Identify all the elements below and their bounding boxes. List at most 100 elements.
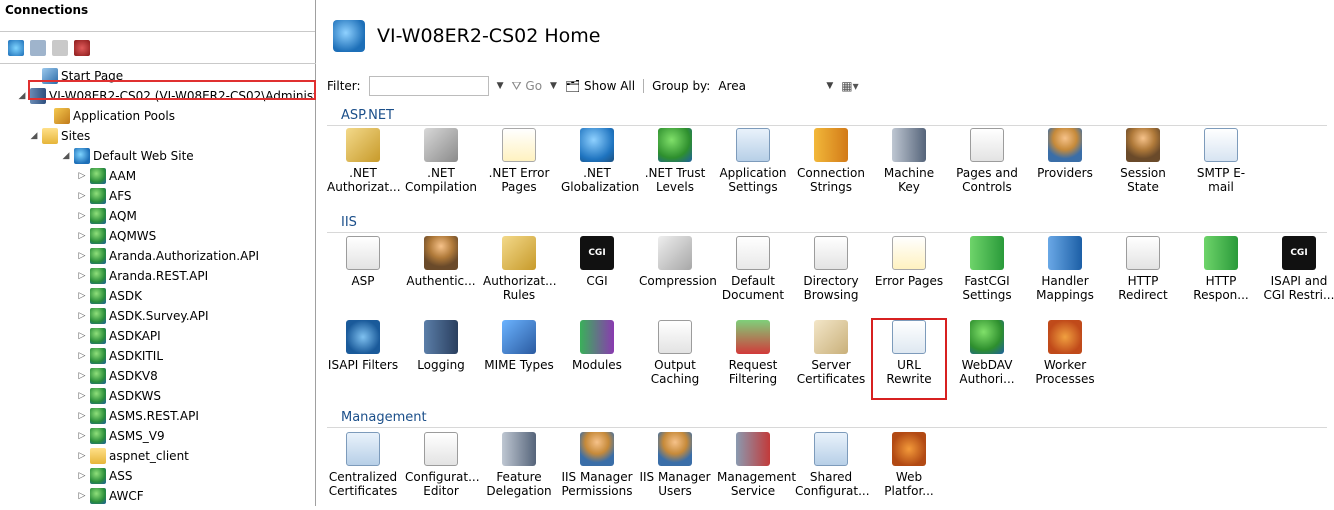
tree-node[interactable]: ▷ ASDKAPI <box>76 326 161 346</box>
expand-arrow-icon[interactable]: ▷ <box>76 371 88 381</box>
expand-arrow-icon[interactable]: ▷ <box>76 471 88 481</box>
feature-item[interactable]: ASP <box>327 236 399 314</box>
feature-item[interactable]: Server Certificates <box>795 320 867 398</box>
tree-node[interactable]: ▷ ASMS_V9 <box>76 426 165 446</box>
feature-item[interactable]: MIME Types <box>483 320 555 398</box>
feature-item[interactable]: .NET Authorizat... <box>327 128 401 206</box>
tree-node[interactable]: ▷ ASS <box>76 466 132 486</box>
tree-node[interactable]: ▷ Aranda.Authorization.API <box>76 246 259 266</box>
tree-node[interactable]: ▷ ASMS.REST.API <box>76 406 199 426</box>
feature-item[interactable]: Feature Delegation <box>483 432 555 510</box>
tree-node[interactable]: ▷ AWCF <box>76 486 144 506</box>
view-options-icon[interactable]: ▦▾ <box>841 79 858 93</box>
feature-item[interactable]: Session State <box>1107 128 1179 206</box>
go-button[interactable]: ⛛ Go <box>511 79 542 94</box>
feature-item[interactable]: Configurat... Editor <box>405 432 480 510</box>
feature-item[interactable]: Centralized Certificates <box>327 432 399 510</box>
expand-arrow-icon[interactable]: ◢ <box>28 131 40 141</box>
feature-item[interactable]: Logging <box>405 320 477 398</box>
tree-node[interactable]: ▷ ASDKITIL <box>76 346 163 366</box>
group-header[interactable]: Management <box>327 410 1327 428</box>
feature-item[interactable]: IIS Manager Users <box>639 432 711 510</box>
tree-node[interactable]: ▷ aspnet_client <box>76 446 189 466</box>
feature-item[interactable]: Compression <box>639 236 717 314</box>
group-by-select[interactable]: Area <box>718 79 818 93</box>
filter-dropdown-icon[interactable]: ▼ <box>497 81 504 91</box>
feature-item[interactable]: Authorizat... Rules <box>483 236 557 314</box>
tree-node[interactable]: ◢ Sites <box>28 126 90 146</box>
expand-arrow-icon[interactable]: ▷ <box>76 291 88 301</box>
tree-node[interactable]: ▷ ASDK.Survey.API <box>76 306 209 326</box>
feature-item[interactable]: Worker Processes <box>1029 320 1101 398</box>
feature-item[interactable]: WebDAV Authori... <box>951 320 1023 398</box>
expand-arrow-icon[interactable]: ▷ <box>76 231 88 241</box>
expand-arrow-icon[interactable]: ▷ <box>76 311 88 321</box>
disconnect-icon[interactable] <box>74 39 90 56</box>
feature-icon: CGI <box>1282 236 1316 270</box>
feature-item[interactable]: SMTP E-mail <box>1185 128 1257 206</box>
tree-node[interactable]: ▷ AAM <box>76 166 136 186</box>
group-by-dropdown-icon[interactable]: ▼ <box>826 81 833 91</box>
feature-item[interactable]: HTTP Respon... <box>1185 236 1257 314</box>
tree-node[interactable]: ▷ Aranda.REST.API <box>76 266 208 286</box>
feature-item[interactable]: .NET Globalization <box>561 128 639 206</box>
feature-item[interactable]: IIS Manager Permissions <box>561 432 633 510</box>
show-all-button[interactable]: 🗂 Show All <box>565 79 645 93</box>
go-dropdown-icon[interactable]: ▼ <box>550 81 557 91</box>
expand-arrow-icon[interactable]: ◢ <box>16 91 28 101</box>
feature-item[interactable]: Application Settings <box>717 128 789 206</box>
feature-item[interactable]: CGI CGI <box>561 236 633 314</box>
filter-input[interactable] <box>368 76 489 96</box>
group-header[interactable]: IIS <box>327 215 1327 233</box>
feature-item[interactable]: CGI ISAPI and CGI Restri... <box>1263 236 1334 314</box>
feature-item[interactable]: FastCGI Settings <box>951 236 1023 314</box>
expand-arrow-icon[interactable]: ▷ <box>76 411 88 421</box>
feature-item[interactable]: Default Document <box>717 236 789 314</box>
tree-node[interactable]: ▷ AQM <box>76 206 137 226</box>
tree-node[interactable]: ▷ AFS <box>76 186 132 206</box>
feature-item[interactable]: .NET Trust Levels <box>639 128 711 206</box>
feature-item[interactable]: .NET Error Pages <box>483 128 555 206</box>
feature-item[interactable]: ISAPI Filters <box>327 320 399 398</box>
feature-item[interactable]: Web Platfor... <box>873 432 945 510</box>
expand-arrow-icon[interactable]: ▷ <box>76 451 88 461</box>
feature-item[interactable]: Pages and Controls <box>951 128 1023 206</box>
feature-item[interactable]: Authentic... <box>405 236 477 314</box>
tree-node[interactable]: Application Pools <box>40 106 175 126</box>
save-icon[interactable] <box>30 39 46 56</box>
feature-item[interactable]: HTTP Redirect <box>1107 236 1179 314</box>
feature-item[interactable]: Directory Browsing <box>795 236 867 314</box>
tree-node[interactable]: ▷ ASDKWS <box>76 386 161 406</box>
feature-item[interactable]: Modules <box>561 320 633 398</box>
tree-node[interactable]: ▷ AQMWS <box>76 226 156 246</box>
tree-node[interactable]: ◢ Default Web Site <box>60 146 194 166</box>
feature-item[interactable]: Connection Strings <box>795 128 867 206</box>
up-icon[interactable] <box>52 39 68 56</box>
expand-arrow-icon[interactable]: ▷ <box>76 431 88 441</box>
feature-item[interactable]: Request Filtering <box>717 320 789 398</box>
feature-item[interactable]: URL Rewrite <box>871 318 947 400</box>
group-header[interactable]: ASP.NET <box>327 108 1327 126</box>
feature-item[interactable]: Management Service <box>717 432 796 510</box>
feature-item[interactable]: Error Pages <box>873 236 945 314</box>
feature-item[interactable]: Handler Mappings <box>1029 236 1101 314</box>
feature-item[interactable]: Shared Configurat... <box>795 432 870 510</box>
feature-item[interactable]: Providers <box>1029 128 1101 206</box>
expand-arrow-icon[interactable]: ▷ <box>76 191 88 201</box>
expand-arrow-icon[interactable]: ▷ <box>76 271 88 281</box>
feature-label: Connection <box>797 166 865 180</box>
feature-item[interactable]: Output Caching <box>639 320 711 398</box>
tree-node[interactable]: ▷ ASDKV8 <box>76 366 158 386</box>
expand-arrow-icon[interactable]: ▷ <box>76 211 88 221</box>
feature-item[interactable]: .NET Compilation <box>405 128 477 206</box>
expand-arrow-icon[interactable]: ◢ <box>60 151 72 161</box>
expand-arrow-icon[interactable]: ▷ <box>76 391 88 401</box>
tree-node[interactable]: ▷ ASDK <box>76 286 142 306</box>
expand-arrow-icon[interactable]: ▷ <box>76 171 88 181</box>
expand-arrow-icon[interactable]: ▷ <box>76 491 88 501</box>
connect-icon[interactable] <box>8 39 24 56</box>
feature-item[interactable]: Machine Key <box>873 128 945 206</box>
expand-arrow-icon[interactable]: ▷ <box>76 331 88 341</box>
expand-arrow-icon[interactable]: ▷ <box>76 351 88 361</box>
expand-arrow-icon[interactable]: ▷ <box>76 251 88 261</box>
